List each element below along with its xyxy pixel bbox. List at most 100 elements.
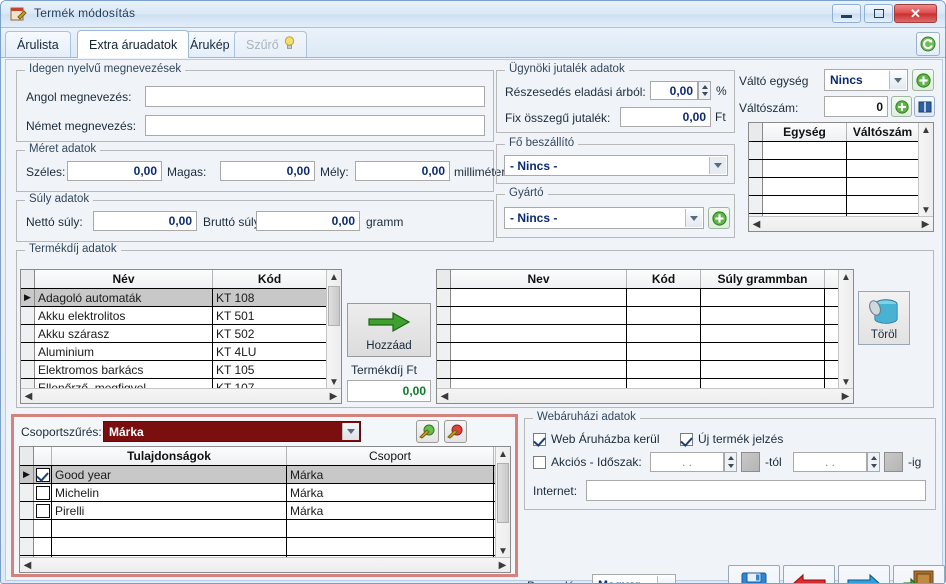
scroll-right-icon[interactable]: ▶: [326, 389, 341, 403]
promo-date-to-stepper[interactable]: [867, 452, 880, 472]
table-row[interactable]: Akku elektrolitos KT 501: [21, 307, 341, 325]
table-row[interactable]: [20, 520, 510, 538]
exchange-unit-combo[interactable]: Nincs: [824, 69, 908, 91]
promo-date-from-input[interactable]: . .: [650, 452, 724, 472]
scroll-right-icon[interactable]: ▶: [838, 389, 853, 403]
in-webshop-checkbox[interactable]: [533, 433, 546, 446]
row-checkbox-cell[interactable]: [34, 502, 52, 519]
table-row[interactable]: [749, 142, 933, 160]
column-header-nev[interactable]: Név: [35, 270, 213, 288]
promo-date-to-calendar-button[interactable]: [884, 452, 903, 472]
row-checkbox[interactable]: [35, 485, 50, 500]
save-button[interactable]: Tárol: [728, 565, 780, 583]
tab-szuro[interactable]: Szűrő: [234, 31, 307, 57]
horizontal-scrollbar[interactable]: ◀ ▶: [20, 557, 510, 572]
table-row[interactable]: Aluminium KT 4LU: [21, 343, 341, 361]
column-header-valtoszam[interactable]: Váltószám: [847, 123, 919, 141]
scroll-left-icon[interactable]: ◀: [21, 389, 36, 403]
row-checkbox-cell[interactable]: [34, 484, 52, 501]
horizontal-scrollbar[interactable]: ◀ ▶: [749, 216, 933, 231]
group-filter-combo[interactable]: Márka: [103, 421, 361, 442]
exchange-number-input[interactable]: 0: [824, 96, 888, 117]
horizontal-scrollbar[interactable]: ◀ ▶: [437, 388, 853, 403]
vertical-scrollbar[interactable]: ▲ ▼: [326, 270, 341, 390]
add-manufacturer-button[interactable]: [708, 207, 730, 229]
horizontal-scrollbar[interactable]: ◀ ▶: [21, 388, 341, 403]
promo-date-from-stepper[interactable]: [724, 452, 737, 472]
table-row[interactable]: [437, 289, 853, 307]
chevron-down-icon[interactable]: [342, 423, 359, 440]
table-row[interactable]: Akku szárasz KT 502: [21, 325, 341, 343]
gross-weight-input[interactable]: 0,00: [256, 211, 360, 231]
row-checkbox[interactable]: [35, 467, 50, 482]
scroll-right-icon[interactable]: ▶: [495, 558, 510, 572]
new-product-checkbox[interactable]: [680, 433, 693, 446]
scroll-up-icon[interactable]: ▲: [327, 270, 341, 285]
row-checkbox-cell[interactable]: [34, 520, 52, 537]
chevron-down-icon[interactable]: [889, 71, 906, 89]
table-row[interactable]: [20, 538, 510, 556]
net-weight-input[interactable]: 0,00: [93, 211, 197, 231]
table-row[interactable]: Elektromos barkács KT 105: [21, 361, 341, 379]
table-row[interactable]: [437, 325, 853, 343]
scroll-right-icon[interactable]: ▶: [918, 217, 933, 231]
promo-date-from-calendar-button[interactable]: [741, 452, 760, 472]
table-row[interactable]: Pirelli Márka: [20, 502, 510, 520]
next-button[interactable]: Tovább: [838, 565, 890, 583]
delete-fee-button[interactable]: Töröl: [858, 291, 910, 345]
table-row[interactable]: [437, 307, 853, 325]
german-name-input[interactable]: [145, 115, 485, 136]
column-header-kod[interactable]: Kód: [627, 270, 701, 288]
supplier-combo[interactable]: - Nincs -: [504, 155, 728, 176]
exchange-unit-book-button[interactable]: [914, 96, 935, 117]
scroll-up-icon[interactable]: ▲: [919, 123, 933, 138]
vertical-scrollbar[interactable]: ▲ ▼: [918, 123, 933, 218]
group-filter-grid[interactable]: Tulajdonságok Csoport ▶ Good year Márka: [19, 446, 511, 573]
table-row[interactable]: ▶ Adagoló automaták KT 108: [21, 289, 341, 307]
scroll-left-icon[interactable]: ◀: [437, 389, 452, 403]
commission-share-stepper[interactable]: [698, 81, 711, 100]
depth-input[interactable]: 0,00: [355, 161, 450, 181]
height-input[interactable]: 0,00: [220, 161, 315, 181]
commission-share-input[interactable]: 0,00: [650, 81, 698, 100]
column-header-nev[interactable]: Nev: [451, 270, 627, 288]
maximize-button[interactable]: [864, 4, 893, 23]
tab-arulista[interactable]: Árulista: [5, 31, 71, 57]
column-header-csoport[interactable]: Csoport: [287, 447, 494, 465]
exchange-unit-grid[interactable]: Egység Váltószám ▲ ▼ ◀ ▶: [748, 122, 934, 232]
product-fee-selected-grid[interactable]: Nev Kód Súly grammban ▲ ▼ ◀ ▶: [436, 269, 854, 404]
column-header-tulajdonsagok[interactable]: Tulajdonságok: [52, 447, 287, 465]
scroll-thumb[interactable]: [497, 463, 509, 523]
vertical-scrollbar[interactable]: ▲ ▼: [495, 447, 510, 559]
scroll-up-icon[interactable]: ▲: [496, 447, 510, 462]
add-exchange-unit-button[interactable]: [912, 69, 934, 91]
table-row[interactable]: [749, 178, 933, 196]
table-row[interactable]: [749, 196, 933, 214]
row-checkbox-cell[interactable]: [34, 538, 52, 555]
back-button[interactable]: Vissza: [783, 565, 835, 583]
scroll-left-icon[interactable]: ◀: [20, 558, 35, 572]
promo-date-to-input[interactable]: . .: [793, 452, 867, 472]
close-button[interactable]: ✕: [894, 4, 937, 23]
minimize-button[interactable]: [832, 4, 861, 23]
column-header-egyseg[interactable]: Egység: [763, 123, 847, 141]
add-fee-button[interactable]: Hozzáad: [347, 303, 431, 357]
scroll-left-icon[interactable]: ◀: [749, 217, 764, 231]
row-checkbox[interactable]: [35, 503, 50, 518]
table-row[interactable]: [437, 361, 853, 379]
refresh-button[interactable]: [916, 32, 940, 56]
table-row[interactable]: [749, 160, 933, 178]
classification-combo[interactable]: Magyar: [592, 574, 676, 583]
chevron-down-icon[interactable]: [657, 576, 674, 583]
manufacturer-combo[interactable]: - Nincs -: [504, 207, 704, 229]
table-row[interactable]: ▶ Good year Márka: [20, 466, 510, 484]
column-header-kod[interactable]: Kód: [213, 270, 327, 288]
add-exchange-number-button[interactable]: [891, 96, 912, 117]
table-row[interactable]: [437, 343, 853, 361]
scroll-thumb[interactable]: [328, 286, 340, 326]
scroll-up-icon[interactable]: ▲: [839, 270, 853, 285]
fixed-commission-input[interactable]: 0,00: [620, 107, 711, 127]
row-checkbox-cell[interactable]: [34, 466, 52, 483]
chevron-down-icon[interactable]: [685, 209, 702, 227]
chevron-down-icon[interactable]: [709, 157, 726, 174]
